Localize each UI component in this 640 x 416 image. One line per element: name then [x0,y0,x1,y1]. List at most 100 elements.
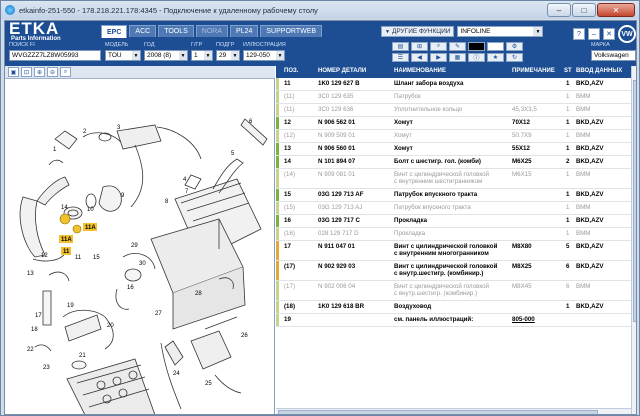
color-black-icon[interactable] [468,42,485,51]
col-note[interactable]: ПРИМЕЧАНИЕ [512,68,555,74]
close-button[interactable]: ✕ [597,3,635,17]
model-select[interactable]: TOU ▼ [105,50,141,61]
year-value: 2008 (8) [147,52,172,59]
group-select[interactable]: 1 ▼ [191,50,213,61]
arrow-right-icon[interactable]: ▶ [430,53,447,62]
svg-text:21: 21 [79,353,86,359]
vertical-scrollbar[interactable] [631,66,636,414]
table-row[interactable]: (14) N 909 081 01 Винт с цилиндрической го… [276,169,631,189]
cell-part-number: N 911 047 01 [318,243,355,250]
table-row[interactable]: (11) 3C0 129 635 Патрубок 1 BMM [276,91,631,104]
table-row[interactable]: (12) N 909 509 01 Хомут 50.7X9 1 BMM [276,130,631,143]
horizontal-scrollbar[interactable] [276,408,631,414]
dropdown-arrow-icon: ▼ [385,28,390,35]
cell-note: 50.7X9 [512,132,532,139]
table-row[interactable]: 17 N 911 047 01 Винт с цилиндрической голо… [276,241,631,261]
cell-name: Прокладка [394,217,428,224]
search-fi-input[interactable]: WVGZZZ7LZ8W05993 [9,50,101,61]
tab-tools[interactable]: TOOLS [158,25,194,37]
table-row[interactable]: 16 03G 129 717 C Прокладка 1 BKD,AZV [276,215,631,228]
table-row[interactable]: 11 1K0 129 627 B Шланг забора воздуха 1 BKD,… [276,78,631,91]
table-row[interactable]: (11) 3C0 129 636 Уплотнительное кольцо 45,3… [276,104,631,117]
svg-text:11A: 11A [85,225,96,231]
scroll-thumb[interactable] [278,410,598,414]
info-icon[interactable]: ⓘ [468,53,485,62]
table-row[interactable]: 13 N 906 560 01 Хомут 55X12 1 BKD,AZV [276,143,631,156]
cell-st: 6 [566,283,570,290]
cell-part-number: 1K0 129 627 B [318,80,360,87]
cell-data-entry: BKD,AZV [576,119,604,126]
svg-text:11: 11 [75,255,82,261]
tab-pl24[interactable]: PL24 [230,25,259,37]
brand-select[interactable]: Volkswagen [591,50,636,61]
cell-data-entry: BMM [576,132,591,139]
table-row[interactable]: (18) 1K0 129 618 BR Воздуховод 1 BKD,AZV [276,301,631,314]
year-select[interactable]: 2008 (8) ▼ [144,50,188,61]
window-titlebar[interactable]: etkainfo-251-550 - 178.218.221.178:4345 … [1,1,639,19]
subgroup-select[interactable]: 29 ▼ [216,50,240,61]
maximize-button[interactable]: □ [572,3,596,17]
cell-pos: 13 [284,145,291,152]
search-icon[interactable]: ⌕ [430,42,447,51]
illustration-toolbar: ▣ ⊡ ⊕ ⊖ ⌕ [5,66,275,79]
cell-note: 55X12 [512,145,530,152]
app-minimize-button[interactable]: – [588,28,600,40]
fit-icon[interactable]: ▣ [8,67,19,77]
cell-name: Прокладка [394,230,426,237]
cell-name: Патрубок впускного тракта [394,191,478,198]
table-row[interactable]: (17) N 902 929 03 Винт с цилиндрической го… [276,261,631,281]
tab-nora[interactable]: NORA [195,25,229,37]
app-close-button[interactable]: ✕ [603,28,615,40]
arrow-left-icon[interactable]: ◀ [411,53,428,62]
svg-text:2: 2 [83,129,87,135]
table-row[interactable]: 12 N 906 562 01 Хомут 70X12 1 BKD,AZV [276,117,631,130]
table-row[interactable]: (17) N 902 006 04 Винт с цилиндрической го… [276,281,631,301]
svg-text:15: 15 [93,255,100,261]
color-white-icon[interactable] [487,42,504,51]
minimize-button[interactable]: – [547,3,571,17]
cart-icon[interactable]: ⊞ [411,42,428,51]
illustration-select[interactable]: 129-050 ▼ [243,50,285,61]
infoline-select[interactable]: INFOLINE ▼ [457,26,544,37]
table-row[interactable]: 14 N 101 894 07 Болт с шестигр. гол. (комб… [276,156,631,169]
scroll-thumb[interactable] [633,80,636,322]
svg-text:16: 16 [127,285,134,291]
col-st[interactable]: ST [564,68,572,74]
folder-icon[interactable]: ▦ [449,53,466,62]
settings-icon[interactable]: ⚙ [506,42,523,51]
svg-text:8: 8 [165,199,169,205]
tab-acc[interactable]: ACC [129,25,157,37]
subgroup-label: ПОДГР [216,42,235,48]
help-button[interactable]: ? [573,28,585,40]
zoom-area-icon[interactable]: ⊡ [21,67,32,77]
table-row[interactable]: (15) 03G 129 713 AJ Патрубок впускного тра… [276,202,631,215]
cell-st: 1 [566,106,570,113]
print-icon[interactable]: ▤ [392,42,409,51]
refresh-icon[interactable]: ↻ [506,53,523,62]
zoom-in-icon[interactable]: ⊕ [34,67,45,77]
cell-data-entry: BMM [576,93,591,100]
model-label: МОДЕЛЬ [105,42,129,48]
parts-diagram[interactable]: 123 456 789 10 11 12 13 14 15 16 17 18 19 20 21 … [5,79,275,414]
zoom-out-icon[interactable]: ⊖ [47,67,58,77]
magnify-icon[interactable]: ⌕ [60,67,71,77]
table-row[interactable]: 19 см. панель иллюстраций: 805-000 [276,314,631,327]
other-functions-button[interactable]: ▼ ДРУГИЕ ФУНКЦИИ [381,26,455,37]
table-row[interactable]: (16) 028 129 717 D Прокладка 1 BMM [276,228,631,241]
cell-st: 1 [566,303,570,310]
tab-supportweb[interactable]: SUPPORTWEB [260,25,323,37]
col-pos[interactable]: ПОЗ. [284,68,298,74]
list-icon[interactable]: ☰ [392,53,409,62]
col-data-entry[interactable]: ВВОД ДАННЫХ [576,68,622,74]
star-icon[interactable]: ★ [487,53,504,62]
tab-epc[interactable]: EPC [101,25,128,38]
col-name[interactable]: НАИМЕНОВАНИЕ [394,68,446,74]
remote-desktop-icon [5,5,15,15]
cell-data-entry: BKD,AZV [576,303,604,310]
group-label: Г/ГР [191,42,203,48]
cell-name: Патрубок впускного тракта [394,204,471,211]
table-row[interactable]: 15 03G 129 713 AF Патрубок впускного тракт… [276,189,631,202]
other-functions-label: ДРУГИЕ ФУНКЦИИ [391,28,451,35]
tools-icon[interactable]: ✎ [449,42,466,51]
col-part-number[interactable]: НОМЕР ДЕТАЛИ [318,68,366,74]
